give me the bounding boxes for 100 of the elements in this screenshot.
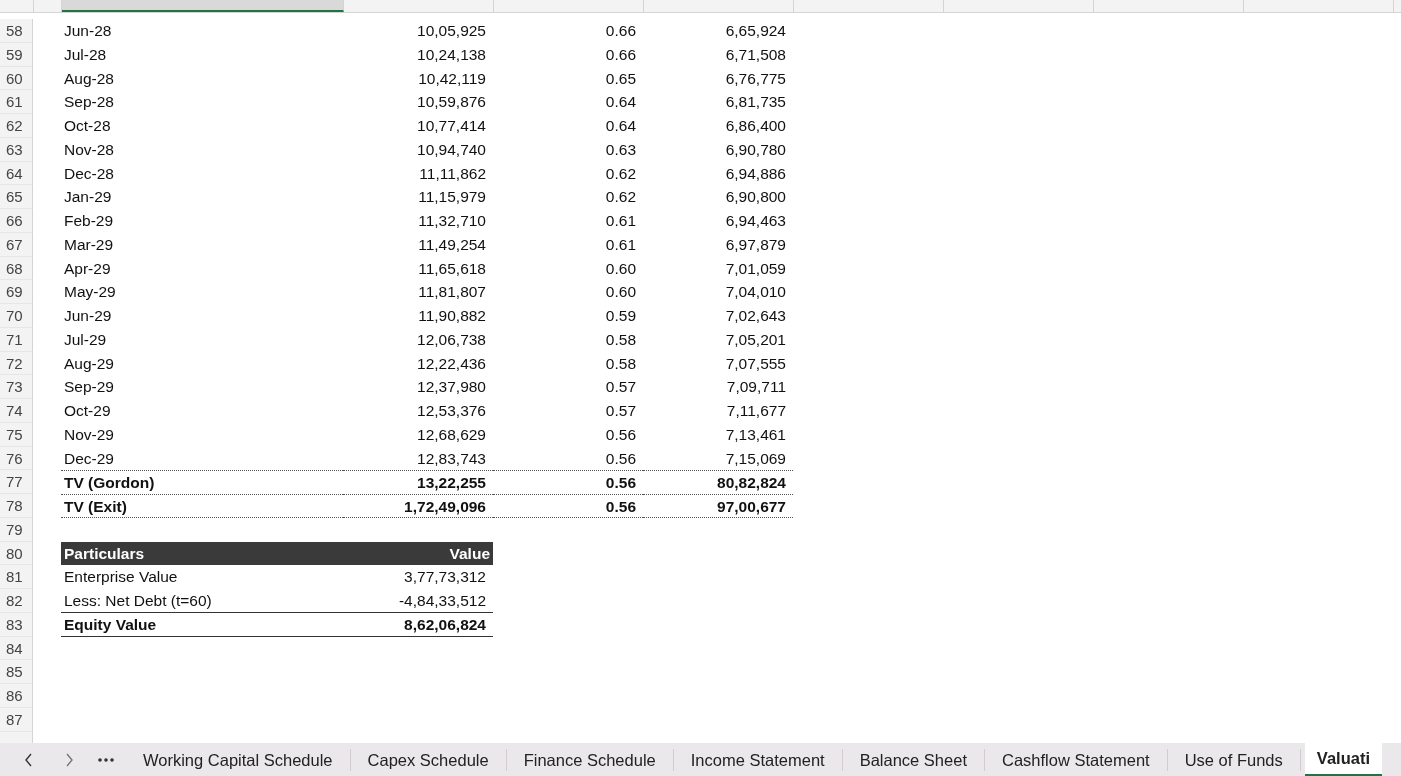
table-cell-text: 11,49,254 <box>417 234 487 255</box>
row-number: 59 <box>0 42 33 67</box>
table-cell-text: 10,42,119 <box>417 68 487 89</box>
table-cell-text: Enterprise Value <box>63 567 179 588</box>
row-number: 83 <box>0 612 33 637</box>
table-cell-text: Aug-29 <box>63 353 115 374</box>
table-cell-text: 7,01,059 <box>724 258 787 279</box>
sheet-tab[interactable]: Use of Funds <box>1167 748 1301 771</box>
table-cell-text: 7,15,069 <box>724 448 787 469</box>
row-number: 69 <box>0 280 33 304</box>
table-cell-text: 0.56 <box>604 424 637 445</box>
row-number: 84 <box>0 636 33 661</box>
sheet-tab[interactable]: Income Statement <box>673 748 843 771</box>
table-cell-text: 7,13,461 <box>724 424 787 445</box>
table-cell-text: 12,06,738 <box>416 329 487 350</box>
table-cell-text: 6,86,400 <box>724 116 787 136</box>
table-cell: 1,72,49,096 <box>343 494 493 518</box>
table-cell-text: Sep-28 <box>63 92 115 113</box>
table-cell-text: 6,71,508 <box>724 44 787 65</box>
sheet-tab[interactable]: Working Capital Schedule <box>126 748 351 771</box>
table-cell: 97,00,677 <box>643 494 793 518</box>
row-number: 72 <box>0 351 33 376</box>
table-cell-text: 7,02,643 <box>724 306 787 326</box>
table-cell-text: 7,09,711 <box>725 377 787 398</box>
table-cell: 0.56 <box>493 494 643 518</box>
column-header[interactable] <box>62 0 344 12</box>
table-cell-text: 12,53,376 <box>416 401 487 421</box>
table-cell-text: Aug-28 <box>63 68 115 89</box>
table-cell-text: 0.61 <box>604 234 637 255</box>
sheet-tab[interactable]: Cashflow Statement <box>985 748 1168 771</box>
table-cell-text: 6,97,879 <box>724 234 787 255</box>
sheet-tab[interactable]: Balance Sheet <box>842 748 985 771</box>
row-number: 79 <box>0 517 33 542</box>
table-cell-text: 12,37,980 <box>416 377 487 398</box>
table-cell-text: 0.59 <box>604 306 637 326</box>
table-cell: TV (Exit) <box>61 494 343 518</box>
table-cell-text: 6,65,924 <box>724 21 787 41</box>
table-cell-text: Sep-29 <box>63 377 115 398</box>
table-cell-text: 6,90,800 <box>724 187 787 208</box>
row-number: 86 <box>0 684 33 708</box>
next-sheet-icon[interactable] <box>64 752 74 767</box>
table-cell-text: 0.64 <box>604 116 637 136</box>
table-cell-text: 12,68,629 <box>416 424 487 445</box>
row-number: 71 <box>0 327 33 352</box>
table-cell-text: Oct-28 <box>63 116 112 136</box>
table-cell-text: 0.57 <box>604 377 637 398</box>
table-cell-text: 0.60 <box>604 258 637 279</box>
table-cell-text: 7,04,010 <box>724 282 787 303</box>
row-number: 76 <box>0 446 33 471</box>
table-cell-text: 0.66 <box>604 21 637 41</box>
more-icon[interactable] <box>98 757 114 762</box>
table-cell-text: 11,15,979 <box>417 187 487 208</box>
table-cell-text: 10,05,925 <box>416 21 487 41</box>
table-cell-text: 0.61 <box>604 211 637 231</box>
table-cell-text: Particulars <box>63 543 146 564</box>
table-cell-text: 7,05,201 <box>724 329 787 350</box>
table-cell-text: 10,94,740 <box>416 139 487 160</box>
row-number: 85 <box>0 660 33 684</box>
row-number: 58 <box>0 19 33 43</box>
table-cell-text: 0.58 <box>604 329 637 350</box>
row-number: 61 <box>0 90 33 114</box>
row-number: 64 <box>0 161 33 186</box>
table-cell-text: 10,77,414 <box>416 116 487 136</box>
row-number: 66 <box>0 209 33 233</box>
row-number: 74 <box>0 399 33 423</box>
table-cell-text: 0.66 <box>604 44 637 65</box>
row-number: 75 <box>0 422 33 447</box>
table-cell-text: 10,24,138 <box>416 44 487 65</box>
table-cell-text: Value <box>448 543 491 564</box>
sheet-tab[interactable]: Finance Schedule <box>506 748 674 771</box>
table-cell-text: -4,84,33,512 <box>397 591 487 611</box>
table-cell-text: May-29 <box>63 282 117 303</box>
table-cell-text: 7,07,555 <box>724 353 787 374</box>
table-cell-text: 0.56 <box>604 448 637 469</box>
table-cell-text: 6,94,886 <box>724 163 787 184</box>
row-number: 65 <box>0 185 33 209</box>
row-number: 62 <box>0 114 33 138</box>
table-cell-text: 0.63 <box>604 139 637 160</box>
table-cell-text: 12,83,743 <box>416 448 487 469</box>
table-cell: 0.56 <box>493 470 643 494</box>
table-cell-text: Jul-29 <box>63 329 108 350</box>
table-cell-text: 6,81,735 <box>724 92 787 113</box>
table-cell-text: 0.62 <box>604 163 637 184</box>
table-cell: TV (Gordon) <box>61 470 343 494</box>
sheet-tab[interactable]: Valuati <box>1304 743 1382 776</box>
table-cell-text: 10,59,876 <box>416 92 487 113</box>
table-cell-text: Jun-29 <box>63 306 113 326</box>
table-cell-text: 0.57 <box>604 401 637 421</box>
sheet-tab[interactable]: Capex Schedule <box>350 748 507 771</box>
table-cell-text: 3,77,73,312 <box>403 567 487 588</box>
table-cell: 13,22,255 <box>343 470 493 494</box>
table-cell: 80,82,824 <box>643 470 793 494</box>
row-number: 78 <box>0 494 33 518</box>
table-cell-text: Oct-29 <box>63 401 112 421</box>
table-cell-text: 8,62,06,824 <box>403 614 487 635</box>
row-number: 73 <box>0 375 33 399</box>
previous-sheet-icon[interactable] <box>24 752 34 767</box>
row-number: 67 <box>0 232 33 257</box>
table-cell-text: 0.62 <box>604 187 637 208</box>
row-number: 80 <box>0 541 33 566</box>
